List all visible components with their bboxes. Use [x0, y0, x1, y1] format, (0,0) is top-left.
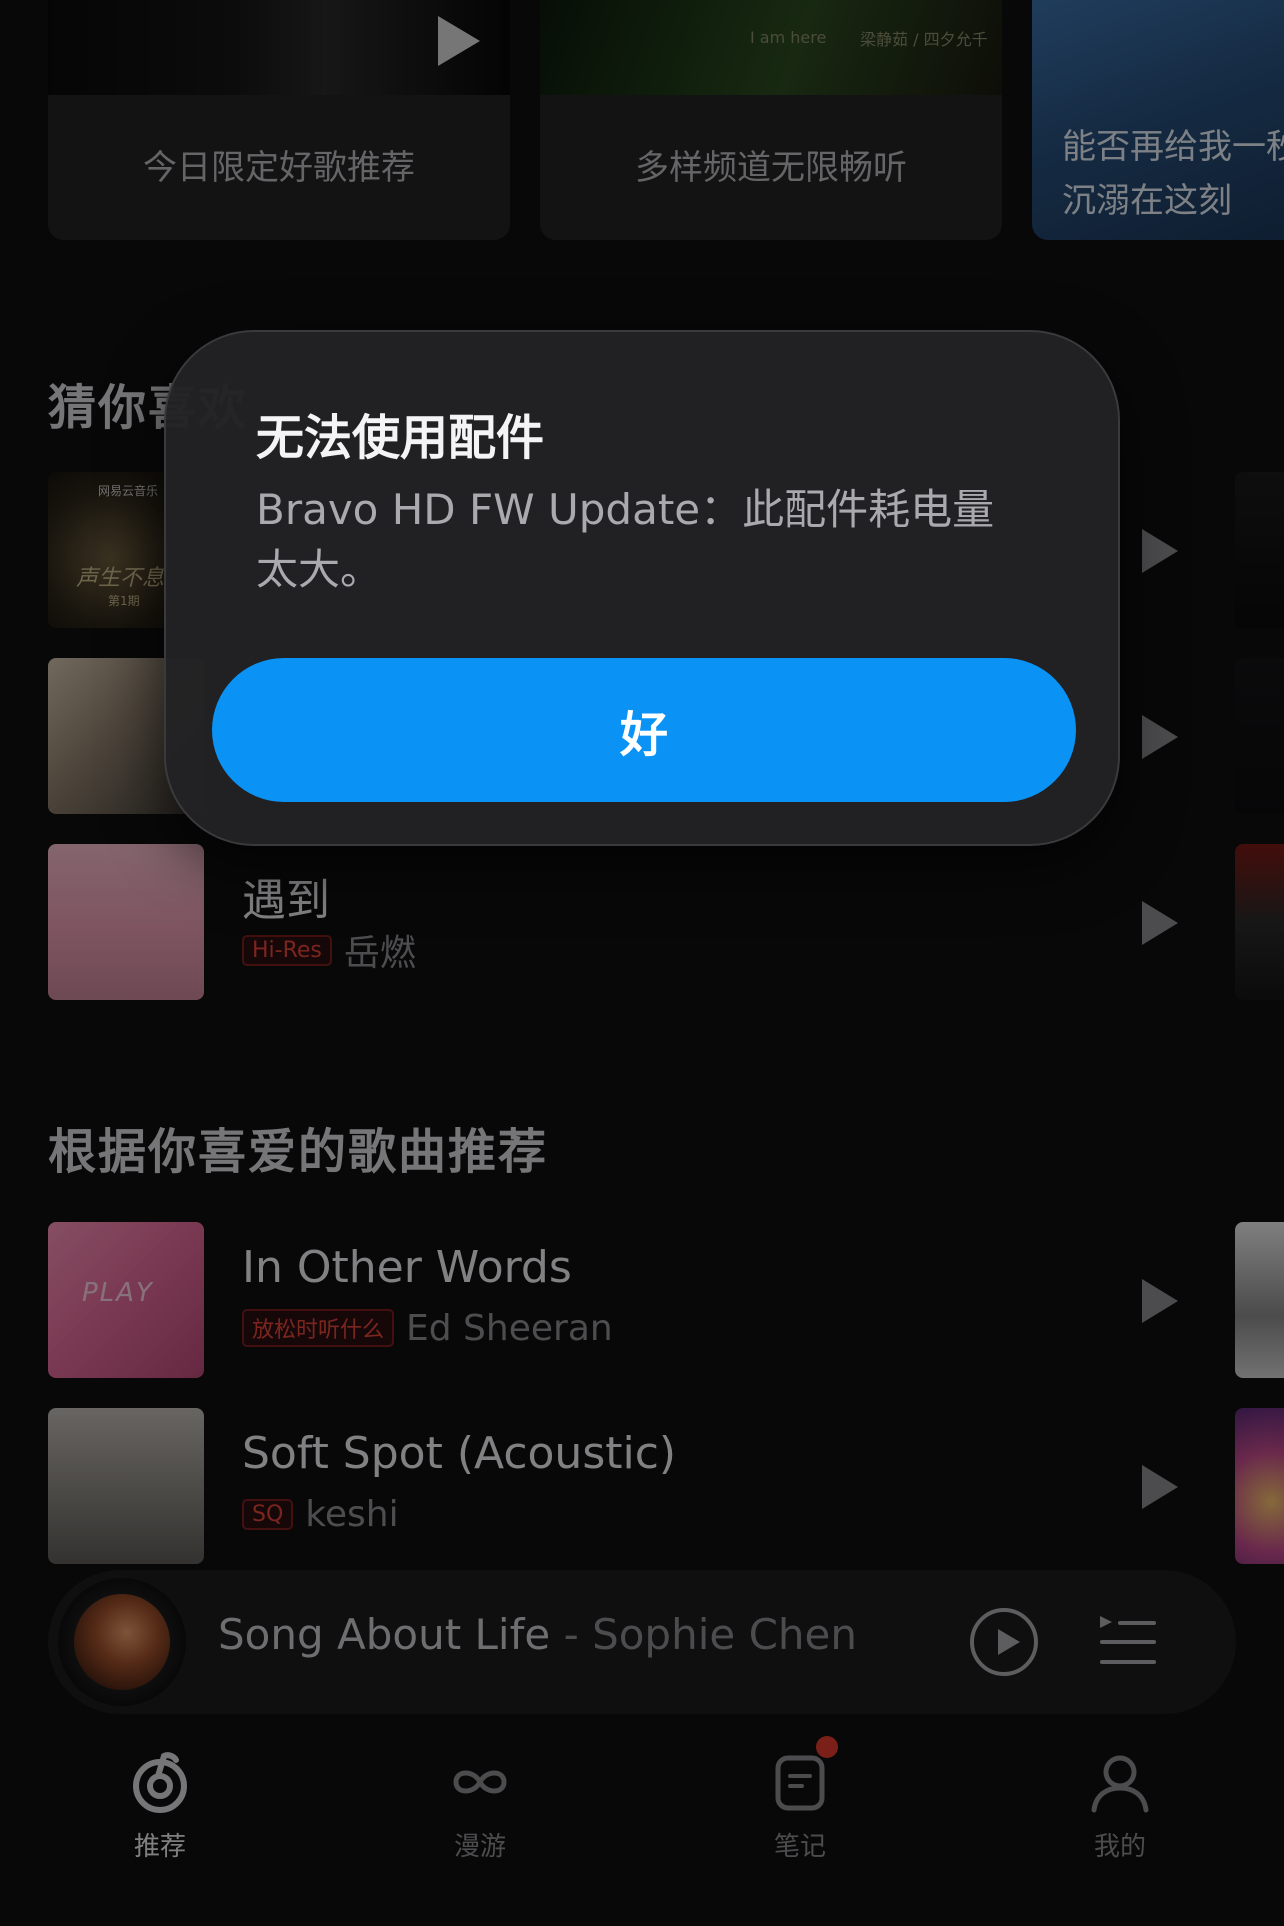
- modal-backdrop[interactable]: [0, 0, 1284, 1926]
- accessory-alert-dialog: 无法使用配件 Bravo HD FW Update：此配件耗电量太大。 好: [164, 330, 1120, 846]
- dialog-message: Bravo HD FW Update：此配件耗电量太大。: [256, 485, 995, 594]
- dialog-title: 无法使用配件: [256, 410, 545, 466]
- ok-button[interactable]: 好: [212, 658, 1076, 802]
